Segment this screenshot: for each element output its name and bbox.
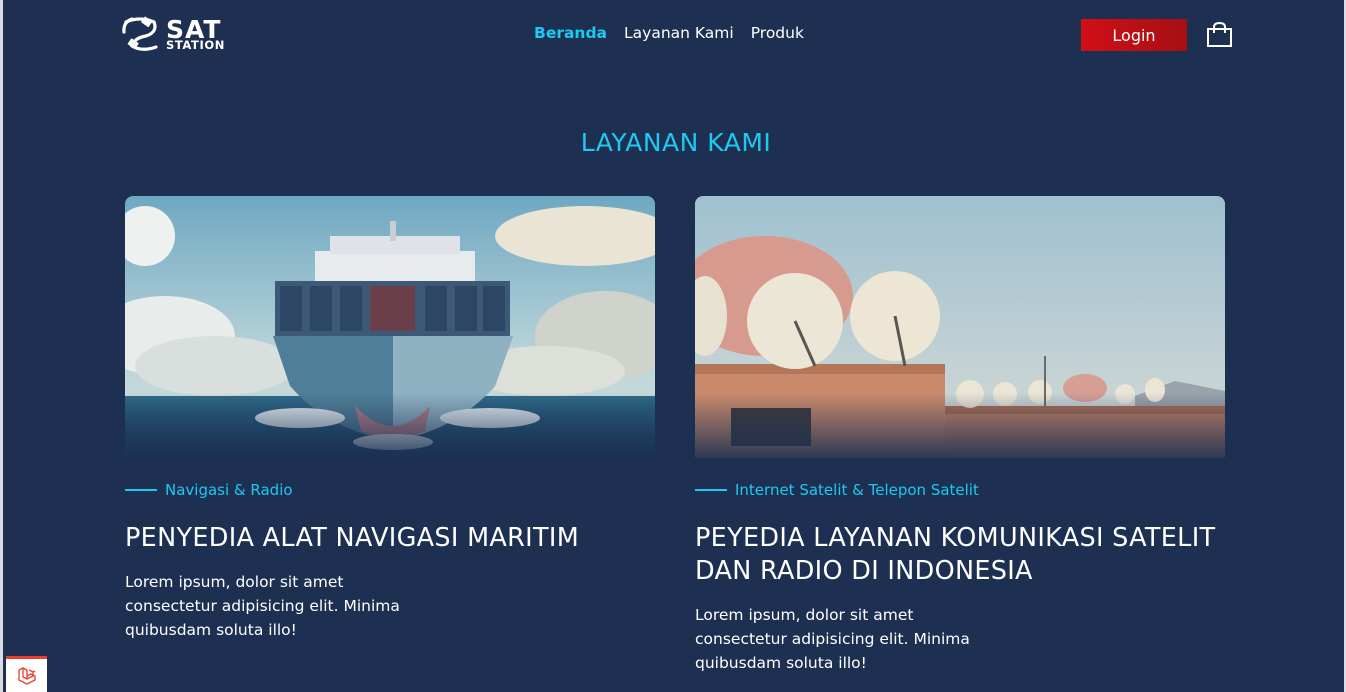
card-title: PEYEDIA LAYANAN KOMUNIKASI SATELIT DAN R…: [695, 523, 1216, 586]
card-category-label: Internet Satelit & Telepon Satelit: [735, 481, 979, 499]
laravel-icon: [17, 666, 36, 685]
card-description: Lorem ipsum, dolor sit amet consectetur …: [125, 573, 400, 639]
card-category-label: Navigasi & Radio: [165, 481, 293, 499]
satellite-dishes-image: [695, 196, 1225, 458]
laravel-debug-badge[interactable]: [6, 656, 47, 692]
sat-station-logo[interactable]: SAT STATION: [120, 14, 225, 54]
nav-item-produk[interactable]: Produk: [751, 24, 804, 42]
card-category: Internet Satelit & Telepon Satelit: [695, 481, 1225, 499]
card-title: PENYEDIA ALAT NAVIGASI MARITIM: [125, 523, 579, 553]
section-title: LAYANAN KAMI: [580, 128, 772, 157]
accent-line: [695, 489, 727, 491]
card-category: Navigasi & Radio: [125, 481, 655, 499]
main-nav: Beranda Layanan Kami Produk: [534, 24, 804, 42]
accent-line: [125, 489, 157, 491]
cargo-ship-image: [125, 196, 655, 458]
logo-text-sub: STATION: [166, 37, 225, 52]
service-card-internet-satelit[interactable]: Internet Satelit & Telepon Satelit PEYED…: [695, 196, 1225, 675]
nav-item-beranda[interactable]: Beranda: [534, 24, 607, 42]
site-header: SAT STATION Beranda Layanan Kami Produk …: [3, 0, 1346, 70]
satellite-logo-icon: [122, 16, 158, 51]
login-button[interactable]: Login: [1081, 19, 1187, 51]
nav-item-layanan-kami[interactable]: Layanan Kami: [624, 24, 734, 42]
card-description: Lorem ipsum, dolor sit amet consectetur …: [695, 606, 970, 672]
shopping-bag-icon[interactable]: [1206, 21, 1233, 48]
service-card-navigasi[interactable]: Navigasi & Radio PENYEDIA ALAT NAVIGASI …: [125, 196, 655, 642]
